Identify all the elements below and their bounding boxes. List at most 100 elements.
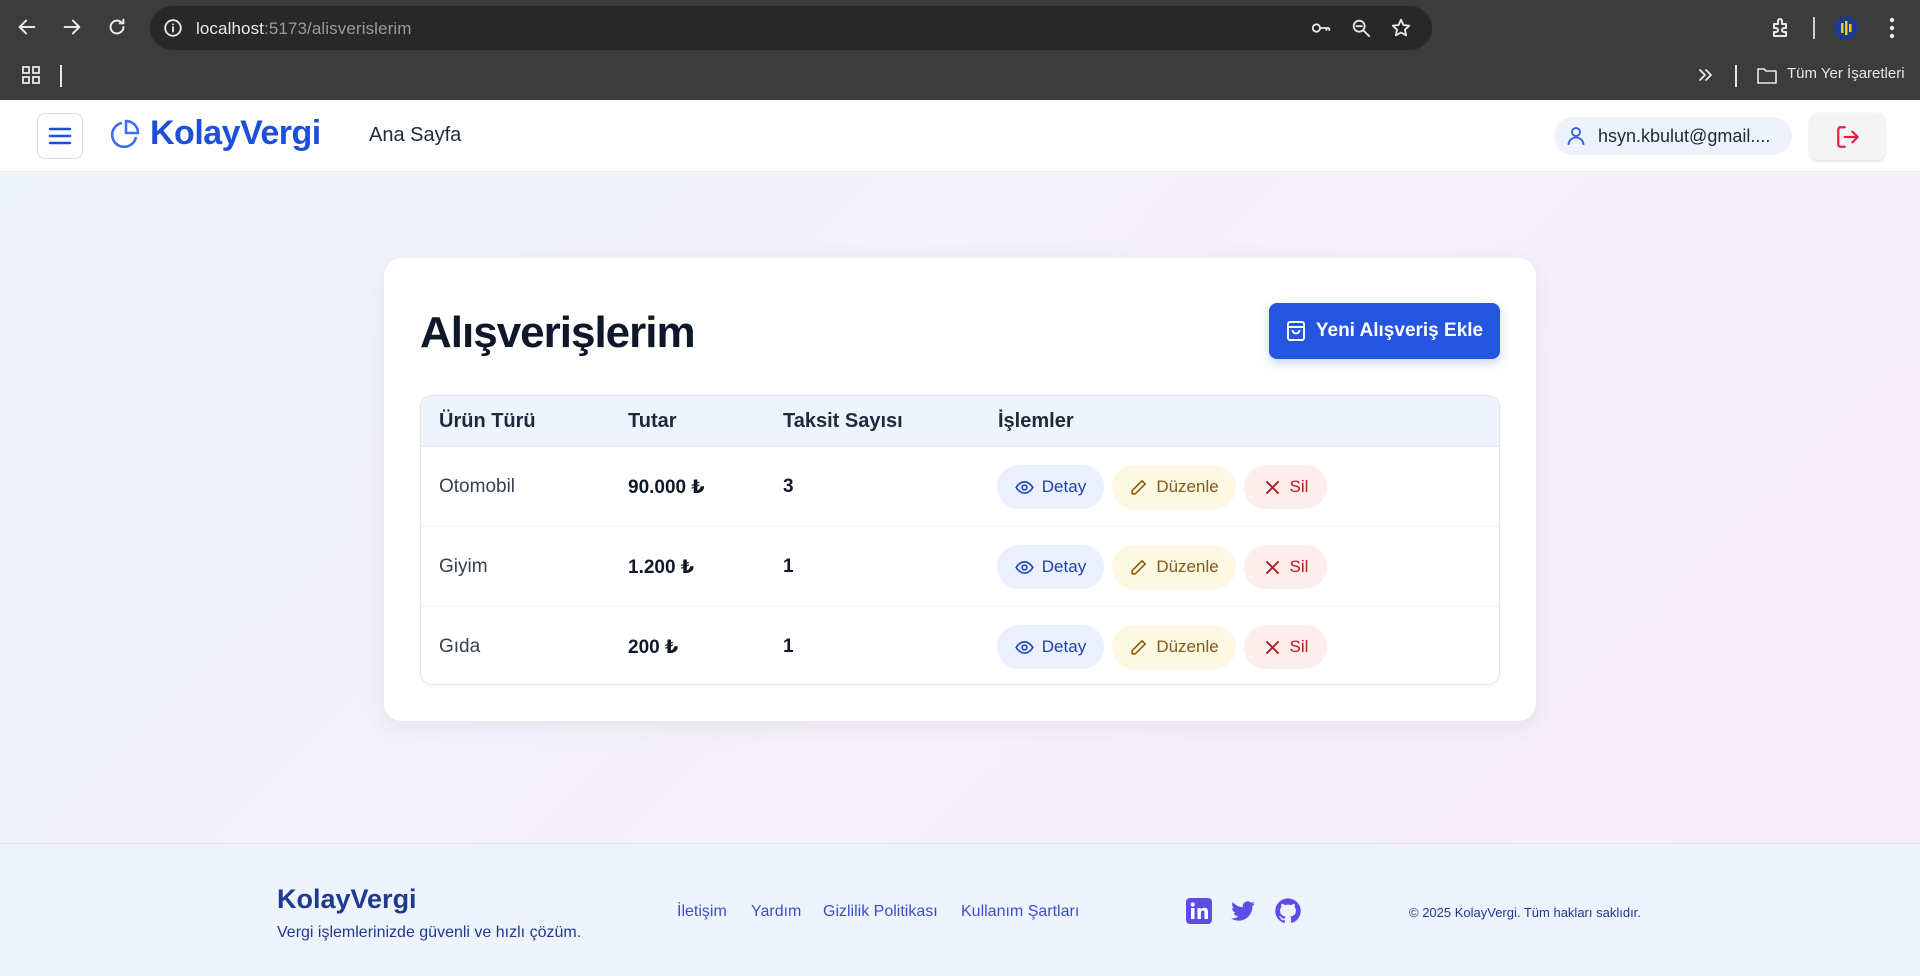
footer-tagline: Vergi işlemlerinizde güvenli ve hızlı çö…	[277, 924, 582, 941]
browser-menu-button[interactable]	[1878, 14, 1906, 42]
delete-label: Sil	[1289, 557, 1309, 576]
installments-cell: 1	[783, 636, 794, 657]
delete-button[interactable]: Sil	[1244, 465, 1327, 509]
delete-label: Sil	[1289, 637, 1309, 656]
eye-icon	[1015, 480, 1034, 494]
close-icon	[1265, 560, 1279, 574]
column-header-installments: Taksit Sayısı	[783, 410, 903, 432]
pencil-icon	[1131, 479, 1147, 495]
reload-icon	[109, 18, 125, 35]
purchases-card: Alışverişlerim Yeni Alışveriş Ekle Ürün …	[384, 258, 1536, 721]
shopping-bag-icon	[1286, 321, 1305, 341]
linkedin-icon[interactable]	[1185, 897, 1213, 925]
chevron-double-right-icon[interactable]	[1697, 67, 1713, 83]
edit-button[interactable]: Düzenle	[1112, 465, 1236, 509]
app-header: KolayVergi Ana Sayfa hsyn.kbulut@gmail..…	[0, 100, 1920, 172]
table-row: Gıda 200 ₺ 1 Detay Düzenle Sil	[421, 607, 1499, 684]
installments-cell: 1	[783, 556, 794, 577]
edit-button[interactable]: Düzenle	[1112, 625, 1236, 669]
hamburger-icon	[48, 127, 72, 145]
footer-link-help[interactable]: Yardım	[751, 903, 801, 921]
apps-grid-icon[interactable]	[21, 65, 41, 85]
product-cell: Gıda	[439, 636, 481, 657]
toolbar-separator	[1813, 17, 1815, 39]
amount-cell: 90.000 ₺	[628, 477, 705, 498]
extensions-button[interactable]	[1768, 14, 1796, 42]
add-purchase-button[interactable]: Yeni Alışveriş Ekle	[1269, 303, 1500, 359]
detail-button[interactable]: Detay	[997, 625, 1104, 669]
bookmarks-bar: Tüm Yer İşaretleri	[0, 56, 1920, 100]
footer-copyright: © 2025 KolayVergi. Tüm hakları saklıdır.	[1409, 905, 1641, 920]
back-button[interactable]	[10, 10, 44, 44]
bookmarks-separator-right	[1735, 65, 1737, 87]
home-nav-link[interactable]: Ana Sayfa	[369, 124, 461, 147]
purchases-table: Ürün Türü Tutar Taksit Sayısı İşlemler O…	[420, 395, 1500, 685]
detail-label: Detay	[1041, 637, 1087, 656]
info-icon[interactable]	[162, 17, 184, 39]
pencil-icon	[1131, 559, 1147, 575]
folder-icon	[1757, 68, 1777, 84]
logout-button[interactable]	[1810, 113, 1885, 160]
add-purchase-label: Yeni Alışveriş Ekle	[1315, 320, 1484, 341]
url-path: :5173/alisverislerim	[264, 19, 412, 38]
pencil-icon	[1131, 639, 1147, 655]
page-footer: KolayVergi Vergi işlemlerinizde güvenli …	[0, 843, 1920, 976]
github-icon[interactable]	[1274, 897, 1302, 925]
eye-icon	[1015, 640, 1034, 654]
back-icon	[18, 19, 36, 35]
column-header-product: Ürün Türü	[439, 410, 536, 432]
amount-cell: 200 ₺	[628, 637, 679, 658]
close-icon	[1265, 480, 1279, 494]
star-icon[interactable]	[1390, 17, 1412, 39]
delete-label: Sil	[1289, 477, 1309, 496]
detail-button[interactable]: Detay	[997, 545, 1104, 589]
delete-button[interactable]: Sil	[1244, 625, 1327, 669]
browser-toolbar: localhost:5173/alisverislerim	[0, 0, 1920, 56]
main-content: Alışverişlerim Yeni Alışveriş Ekle Ürün …	[0, 172, 1920, 843]
edit-label: Düzenle	[1156, 557, 1219, 576]
key-icon[interactable]	[1310, 17, 1332, 39]
user-account-pill[interactable]: hsyn.kbulut@gmail....	[1554, 117, 1792, 155]
extensions-icon	[1773, 18, 1787, 37]
reload-button[interactable]	[100, 10, 134, 44]
column-header-actions: İşlemler	[998, 410, 1074, 432]
table-row: Otomobil 90.000 ₺ 3 Detay Düzenle Sil	[421, 447, 1499, 527]
eye-icon	[1015, 560, 1034, 574]
amount-cell: 1.200 ₺	[628, 557, 695, 578]
footer-link-privacy[interactable]: Gizlilik Politikası	[823, 903, 938, 921]
zoom-icon[interactable]	[1350, 17, 1372, 39]
detail-label: Detay	[1041, 557, 1087, 576]
twitter-icon[interactable]	[1229, 897, 1257, 925]
close-icon	[1265, 640, 1279, 654]
product-cell: Otomobil	[439, 476, 516, 497]
footer-link-contact[interactable]: İletişim	[677, 903, 727, 921]
address-bar[interactable]: localhost:5173/alisverislerim	[150, 6, 1432, 50]
detail-label: Detay	[1041, 477, 1087, 496]
app-logo[interactable]: KolayVergi	[150, 114, 321, 153]
forward-button[interactable]	[55, 10, 89, 44]
hamburger-menu-button[interactable]	[37, 113, 83, 159]
logout-icon	[1836, 125, 1859, 148]
forward-icon	[63, 19, 81, 35]
user-email: hsyn.kbulut@gmail....	[1598, 126, 1771, 146]
menu-dots-icon	[1889, 17, 1895, 39]
bookmarks-separator	[60, 65, 62, 87]
url-host: localhost	[196, 19, 264, 38]
browser-chrome: localhost:5173/alisverislerim Tüm Yer İş…	[0, 0, 1920, 100]
edit-button[interactable]: Düzenle	[1112, 545, 1236, 589]
profile-button[interactable]	[1832, 14, 1860, 42]
footer-brand: KolayVergi	[277, 884, 417, 914]
pie-chart-logo-icon	[110, 119, 140, 149]
url-text[interactable]: localhost:5173/alisverislerim	[196, 19, 412, 39]
table-row: Giyim 1.200 ₺ 1 Detay Düzenle Sil	[421, 527, 1499, 607]
edit-label: Düzenle	[1156, 477, 1219, 496]
installments-cell: 3	[783, 476, 794, 497]
table-header: Ürün Türü Tutar Taksit Sayısı İşlemler	[421, 396, 1499, 447]
all-bookmarks-label[interactable]: Tüm Yer İşaretleri	[1787, 65, 1905, 82]
footer-link-terms[interactable]: Kullanım Şartları	[961, 903, 1079, 921]
product-cell: Giyim	[439, 556, 488, 577]
user-icon	[1567, 127, 1585, 146]
delete-button[interactable]: Sil	[1244, 545, 1327, 589]
profile-icon	[1834, 16, 1858, 40]
detail-button[interactable]: Detay	[997, 465, 1104, 509]
